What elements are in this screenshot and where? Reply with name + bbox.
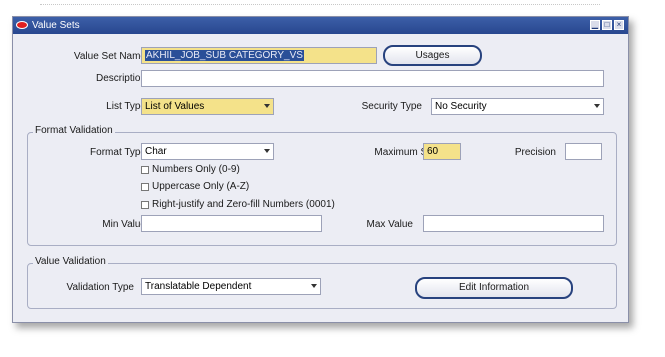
list-type-value: List of Values — [145, 101, 205, 112]
value-validation-title: Value Validation — [33, 256, 108, 267]
precision-field[interactable] — [565, 143, 602, 160]
background-strip — [40, 4, 600, 13]
close-icon[interactable]: × — [614, 20, 624, 30]
minimize-icon[interactable]: ▁ — [590, 20, 600, 30]
security-type-label: Security Type — [361, 101, 422, 112]
oracle-logo-icon — [16, 21, 28, 29]
validation-type-select[interactable]: Translatable Dependent — [141, 278, 321, 295]
value-set-name-field[interactable]: AKHIL_JOB_SUB CATEGORY_VS — [141, 47, 377, 64]
format-type-label: Format Type — [90, 147, 146, 158]
validation-type-value: Translatable Dependent — [145, 281, 252, 292]
description-label: Description — [95, 73, 146, 84]
value-set-name-text: AKHIL_JOB_SUB CATEGORY_VS — [145, 50, 304, 61]
chevron-down-icon — [264, 149, 270, 153]
description-field[interactable] — [141, 70, 604, 87]
security-type-value: No Security — [435, 101, 487, 112]
max-value-field[interactable] — [423, 215, 604, 232]
title-bar: Value Sets ▁ □ × — [13, 17, 628, 34]
format-type-value: Char — [145, 146, 167, 157]
value-set-name-label: Value Set Name — [73, 51, 146, 62]
maximize-icon[interactable]: □ — [602, 20, 612, 30]
window-title: Value Sets — [32, 20, 80, 31]
chevron-down-icon — [594, 104, 600, 108]
security-type-select[interactable]: No Security — [431, 98, 604, 115]
format-type-select[interactable]: Char — [141, 143, 274, 160]
format-validation-title: Format Validation — [33, 125, 115, 136]
maximum-size-field[interactable]: 60 — [423, 143, 461, 160]
min-value-label: Min Value — [102, 219, 146, 230]
numbers-only-checkbox[interactable] — [141, 166, 149, 174]
uppercase-only-label: Uppercase Only (A-Z) — [152, 181, 250, 192]
uppercase-only-checkbox[interactable] — [141, 183, 149, 191]
numbers-only-label: Numbers Only (0-9) — [152, 164, 240, 175]
right-justify-label: Right-justify and Zero-fill Numbers (000… — [152, 199, 335, 210]
screenshot-stage: Value Sets ▁ □ × Value Set Name AKHIL_JO… — [0, 0, 665, 357]
usages-button[interactable]: Usages — [383, 45, 482, 66]
edit-information-button[interactable]: Edit Information — [415, 277, 573, 299]
right-justify-checkbox[interactable] — [141, 201, 149, 209]
precision-label: Precision — [514, 147, 556, 158]
chevron-down-icon — [311, 284, 317, 288]
max-value-label: Max Value — [366, 219, 413, 230]
min-value-field[interactable] — [141, 215, 322, 232]
list-type-select[interactable]: List of Values — [141, 98, 274, 115]
chevron-down-icon — [264, 104, 270, 108]
validation-type-label: Validation Type — [66, 282, 134, 293]
value-sets-window: Value Sets ▁ □ × Value Set Name AKHIL_JO… — [12, 16, 629, 323]
